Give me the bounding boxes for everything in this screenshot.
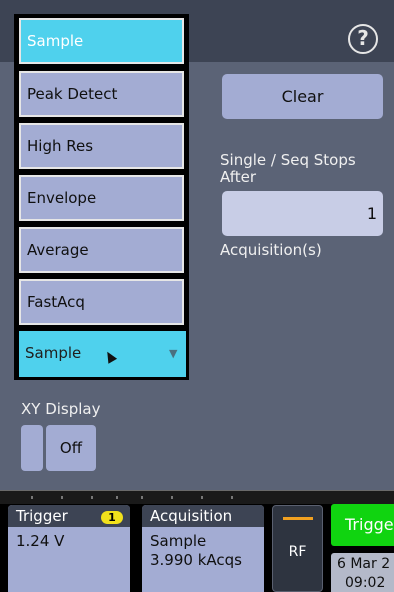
option-envelope[interactable]: Envelope <box>19 175 184 221</box>
acquisition-mode-dropdown: Sample Peak Detect High Res Envelope Ave… <box>14 14 189 380</box>
rf-badge[interactable]: RF <box>272 505 323 592</box>
ruler-tick <box>91 496 93 499</box>
ruler-tick <box>171 496 173 499</box>
timebase-ruler <box>0 490 394 504</box>
chevron-down-icon: ▼ <box>169 347 178 360</box>
stops-after-label: Single / Seq Stops <box>220 151 356 169</box>
acquisition-badge[interactable]: Acquisition Sample 3.990 kAcqs <box>142 505 264 592</box>
option-high-res[interactable]: High Res <box>19 123 184 169</box>
acquisition-rate: 3.990 kAcqs <box>150 551 242 569</box>
xy-display-toggle-off[interactable]: Off <box>46 425 96 471</box>
trigger-level: 1.24 V <box>16 532 65 550</box>
rf-indicator-line <box>283 517 313 520</box>
option-peak-detect[interactable]: Peak Detect <box>19 71 184 117</box>
time-text: 09:02 <box>345 575 386 591</box>
acquisition-badge-title: Acquisition <box>142 505 264 527</box>
select-value: Sample <box>25 344 82 362</box>
acquisitions-unit-label: Acquisition(s) <box>220 241 322 259</box>
option-sample[interactable]: Sample <box>19 18 184 64</box>
ruler-tick <box>61 496 63 499</box>
ruler-tick <box>231 496 233 499</box>
rf-label: RF <box>288 544 307 560</box>
acquisition-mode-value: Sample <box>150 532 207 550</box>
xy-display-label: XY Display <box>21 400 101 418</box>
xy-display-toggle-on[interactable] <box>21 425 43 471</box>
option-average[interactable]: Average <box>19 227 184 273</box>
ruler-tick <box>141 496 143 499</box>
stops-after-label-2: After <box>220 168 257 186</box>
date-time-display: 6 Mar 2 09:02 <box>331 553 394 592</box>
help-icon[interactable]: ? <box>348 24 378 54</box>
trigger-channel-indicator: 1 <box>101 511 123 524</box>
ruler-tick <box>201 496 203 499</box>
date-text: 6 Mar 2 <box>337 556 391 572</box>
trigger-button[interactable]: Trigger <box>331 504 394 546</box>
acquisition-count-field[interactable]: 1 <box>222 191 383 236</box>
ruler-tick <box>116 496 118 499</box>
option-fastacq[interactable]: FastAcq <box>19 279 184 325</box>
ruler-tick <box>31 496 33 499</box>
clear-button[interactable]: Clear <box>222 74 383 119</box>
